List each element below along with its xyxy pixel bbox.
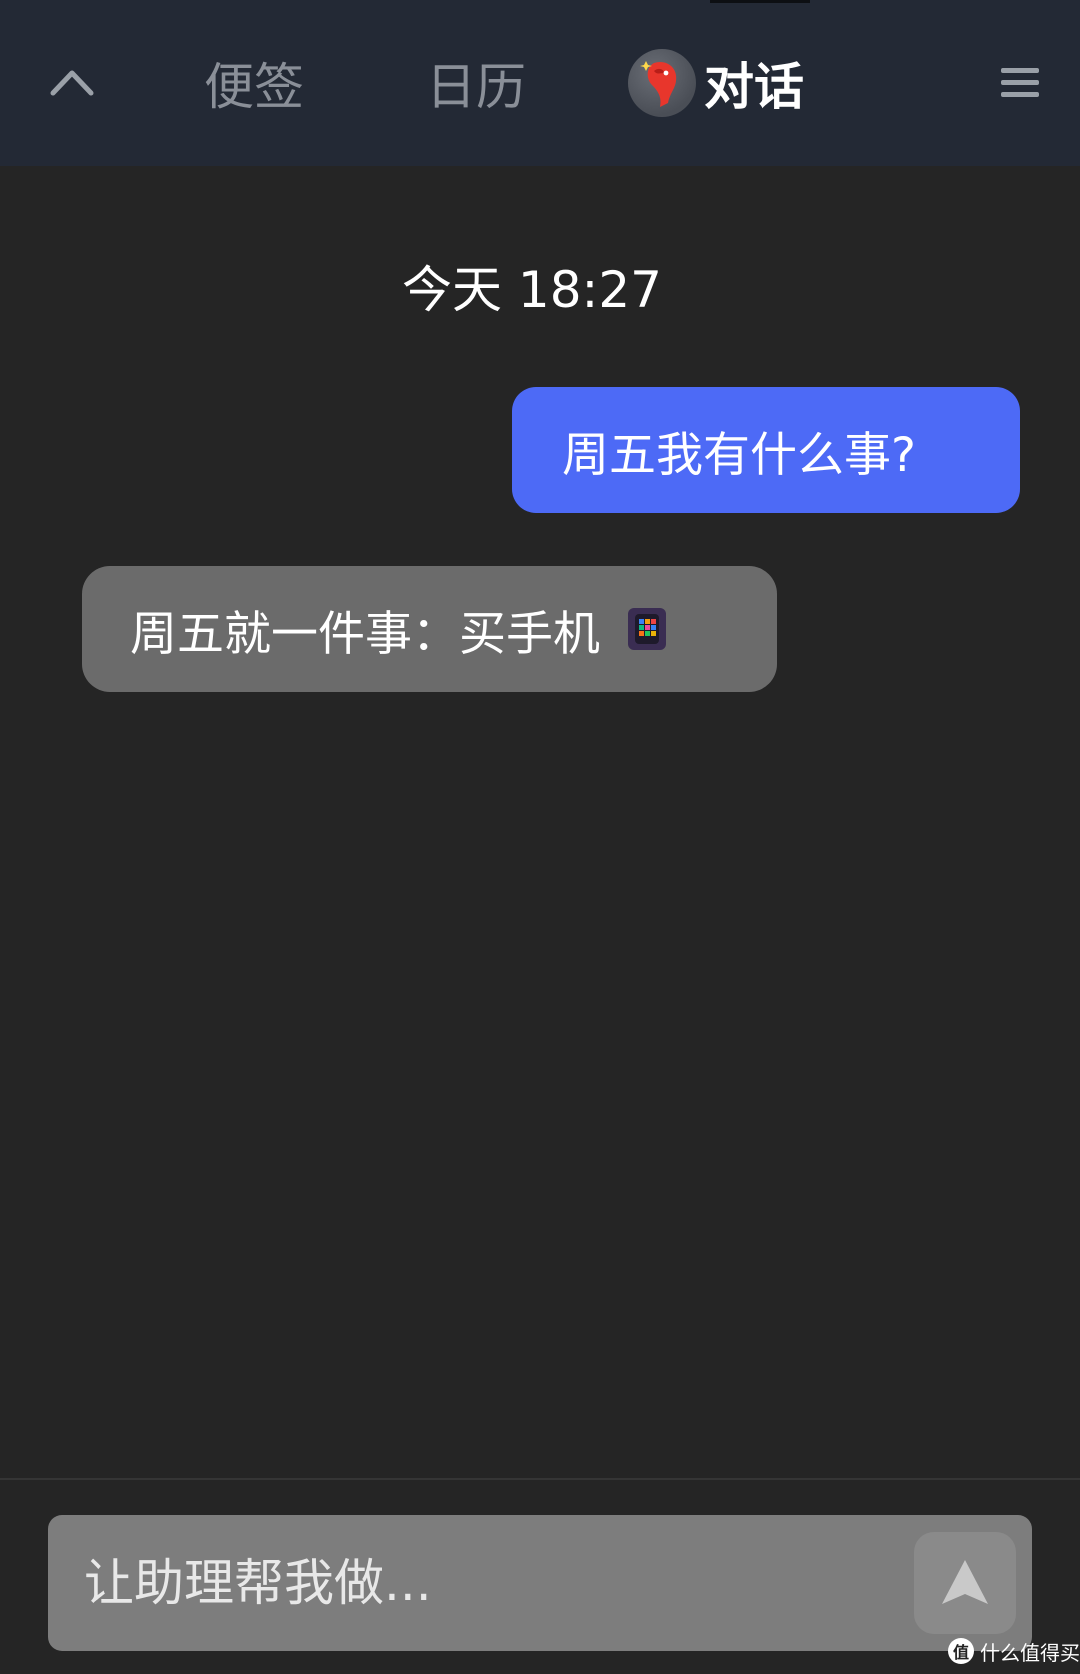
message-timestamp: 今天 18:27 <box>402 261 662 319</box>
tab-chat[interactable]: 对话 <box>628 45 804 121</box>
message-input-box[interactable] <box>48 1515 1032 1651</box>
tab-notes[interactable]: 便签 <box>204 45 304 121</box>
assistant-message-bubble[interactable]: 周五就一件事：买手机 <box>82 566 777 692</box>
hamburger-line <box>1001 91 1039 97</box>
mobile-phone-emoji-icon <box>628 608 666 650</box>
watermark-logo-icon: 值 <box>948 1638 974 1664</box>
input-divider <box>0 1478 1080 1480</box>
message-input[interactable] <box>82 1553 1032 1613</box>
window-grab-handle[interactable] <box>710 0 810 3</box>
send-arrow-icon <box>942 1560 988 1604</box>
hamburger-menu-icon <box>1001 67 1039 73</box>
menu-button[interactable] <box>990 58 1050 106</box>
hamburger-line <box>1001 79 1039 85</box>
site-watermark: 值 什么值得买 <box>948 1636 1080 1666</box>
collapse-button[interactable] <box>40 50 104 114</box>
watermark-text: 什么值得买 <box>980 1640 1080 1665</box>
chevron-up-icon <box>50 70 94 96</box>
assistant-avatar-icon <box>628 49 696 117</box>
chat-app: 便签 日历 对话 今天 18:27 周五我有什么事? 周五就一件事：买手机 让助… <box>0 0 1080 1674</box>
user-message-text: 周五我有什么事? <box>562 427 916 483</box>
user-message-bubble[interactable]: 周五我有什么事? <box>512 387 1020 513</box>
tab-notes-label: 便签 <box>204 58 304 116</box>
send-button[interactable] <box>914 1532 1016 1634</box>
assistant-message-text: 周五就一件事：买手机 <box>130 606 600 662</box>
tab-calendar[interactable]: 日历 <box>426 45 526 121</box>
tab-chat-label: 对话 <box>704 58 804 116</box>
tab-calendar-label: 日历 <box>426 58 526 116</box>
top-nav-bar: 便签 日历 对话 <box>0 0 1080 166</box>
